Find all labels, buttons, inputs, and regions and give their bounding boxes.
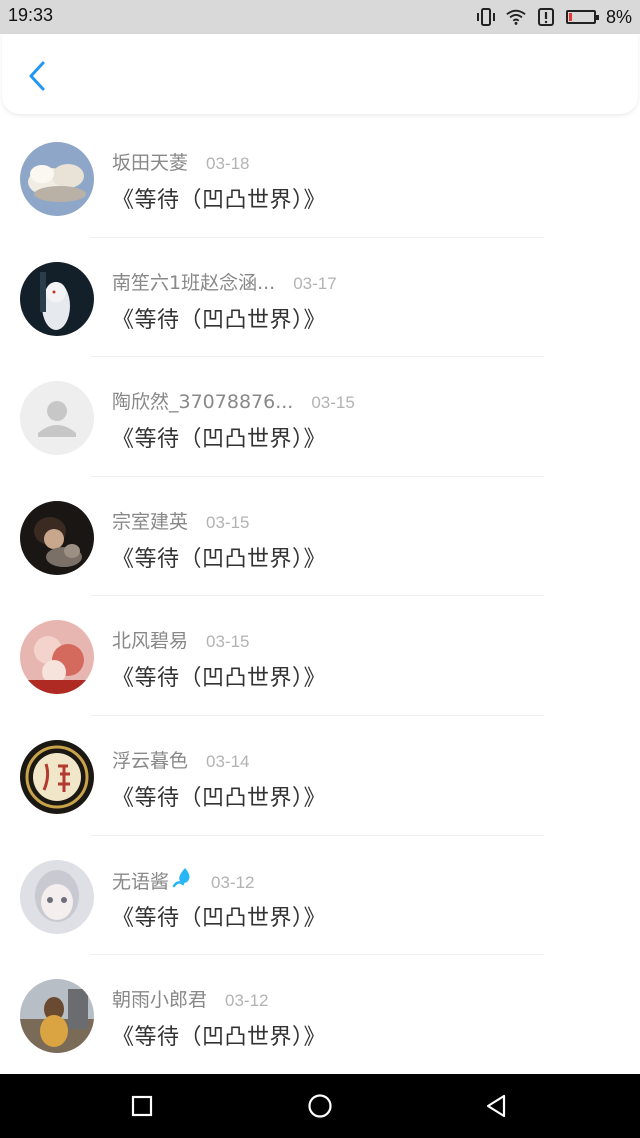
list-item[interactable]: 坂田天菱 03-18 《等待（凹凸世界）》 (0, 118, 640, 238)
system-nav-bar (0, 1074, 640, 1138)
date: 03-15 (311, 393, 355, 413)
status-bar: 19:33 8% (0, 0, 640, 34)
battery-percent: 8% (605, 6, 632, 27)
avatar[interactable] (20, 620, 94, 695)
water-drop-icon (171, 866, 193, 892)
list-item[interactable]: 南笙六1班赵念涵... 03-17 《等待（凹凸世界）》 (0, 238, 640, 358)
top-bar (2, 34, 638, 114)
back-nav-button[interactable] (480, 1090, 512, 1122)
home-icon (308, 1094, 332, 1118)
work-title[interactable]: 《等待（凹凸世界）》 (112, 421, 326, 453)
avatar-placeholder[interactable] (20, 381, 94, 456)
alert-icon (536, 7, 556, 27)
recent-apps-icon (131, 1095, 153, 1117)
avatar[interactable] (20, 739, 94, 814)
avatar[interactable] (20, 142, 94, 216)
list-item[interactable]: 陶欣然_37078876... 03-15 《等待（凹凸世界）》 (0, 357, 640, 477)
status-time: 19:33 (8, 5, 54, 25)
wifi-icon (506, 7, 526, 27)
user-name[interactable]: 无语酱 (112, 867, 169, 894)
user-name[interactable]: 北风碧易 (112, 626, 188, 653)
work-title[interactable]: 《等待（凹凸世界）》 (112, 660, 326, 692)
back-icon (486, 1094, 506, 1118)
back-button[interactable] (20, 58, 54, 94)
date: 03-18 (206, 154, 250, 173)
like-list: 坂田天菱 03-18 《等待（凹凸世界）》 南笙六1班赵念涵... 03-17 … (0, 118, 640, 1075)
work-title[interactable]: 《等待（凹凸世界）》 (112, 541, 326, 573)
work-title[interactable]: 《等待（凹凸世界）》 (112, 900, 326, 932)
user-name[interactable]: 陶欣然_37078876... (112, 387, 293, 414)
status-icons: 8% (476, 5, 632, 29)
work-title[interactable]: 《等待（凹凸世界）》 (112, 1019, 326, 1051)
list-item[interactable]: 浮云暮色 03-14 《等待（凹凸世界）》 (0, 716, 640, 836)
avatar[interactable] (20, 500, 94, 575)
date: 03-17 (293, 273, 337, 293)
date: 03-14 (206, 751, 250, 771)
user-name[interactable]: 坂田天菱 (112, 148, 188, 175)
work-title[interactable]: 《等待（凹凸世界）》 (112, 780, 326, 812)
date: 03-12 (225, 991, 269, 1011)
date: 03-12 (211, 872, 255, 892)
list-item[interactable]: 北风碧易 03-15 《等待（凹凸世界）》 (0, 596, 640, 716)
list-item[interactable]: 朝雨小郎君 03-12 《等待（凹凸世界）》 (0, 955, 640, 1075)
user-name[interactable]: 宗室建英 (112, 507, 188, 534)
vibrate-icon (476, 7, 496, 27)
date: 03-15 (206, 512, 250, 532)
chevron-left-icon (29, 61, 45, 91)
avatar[interactable] (20, 261, 94, 336)
list-item[interactable]: 无语酱 03-12 《等待（凹凸世界）》 (0, 836, 640, 956)
avatar[interactable] (20, 979, 94, 1054)
battery-icon (565, 10, 599, 24)
user-name[interactable]: 朝雨小郎君 (112, 985, 207, 1012)
avatar[interactable] (20, 859, 94, 934)
date: 03-15 (206, 632, 250, 652)
home-button[interactable] (304, 1090, 336, 1122)
recent-apps-button[interactable] (126, 1090, 158, 1122)
user-name[interactable]: 浮云暮色 (112, 746, 188, 773)
work-title[interactable]: 《等待（凹凸世界）》 (112, 302, 326, 334)
list-item[interactable]: 宗室建英 03-15 《等待（凹凸世界）》 (0, 477, 640, 597)
work-title[interactable]: 《等待（凹凸世界）》 (112, 182, 326, 214)
user-name[interactable]: 南笙六1班赵念涵... (112, 268, 275, 295)
